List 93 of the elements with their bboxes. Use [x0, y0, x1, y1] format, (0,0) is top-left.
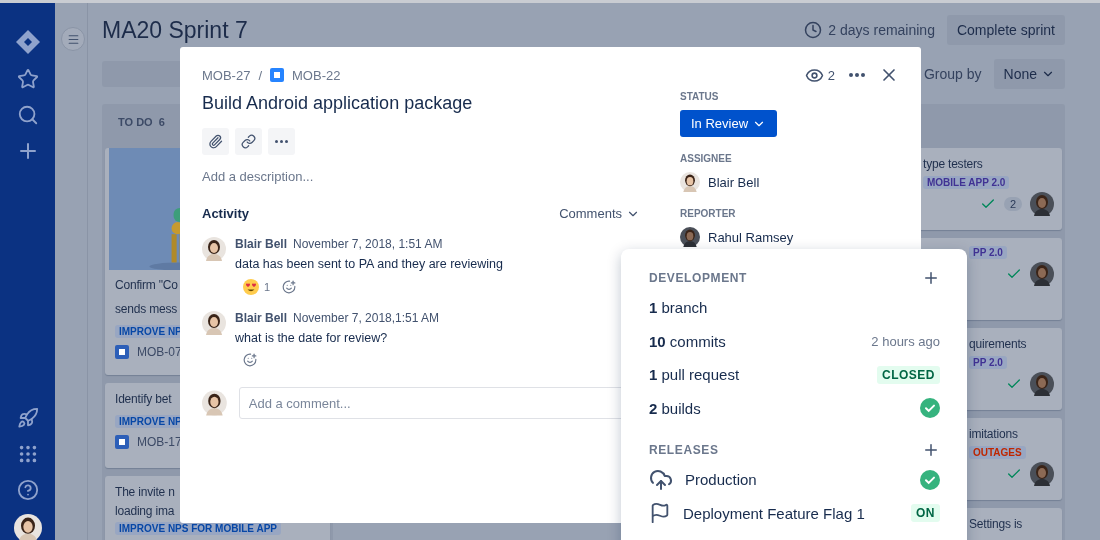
- story-icon: [270, 68, 285, 82]
- story-icon: [115, 345, 129, 359]
- status-lozenge: CLOSED: [877, 365, 940, 384]
- assignee-avatar: [680, 172, 700, 192]
- epic-tag: PP 2.0: [969, 246, 1007, 259]
- breadcrumb-separator: /: [258, 67, 263, 83]
- assignee-name[interactable]: Blair Bell: [708, 174, 760, 190]
- development-item[interactable]: 10 commits: [649, 332, 726, 350]
- assignee-avatar: [1030, 192, 1054, 216]
- add-reaction-icon[interactable]: [282, 280, 297, 294]
- parent-issue-link[interactable]: MOB-27: [202, 67, 251, 83]
- cloud-upload-icon: [649, 467, 673, 492]
- reporter-name[interactable]: Rahul Ramsey: [708, 229, 794, 245]
- more-button[interactable]: [268, 128, 295, 155]
- comment-date: November 7, 2018,1:51 AM: [293, 311, 440, 325]
- comment-date: November 7, 2018, 1:51 AM: [293, 237, 443, 251]
- board-title: MA20 Sprint 7: [102, 16, 249, 44]
- sidebar-toggle-button[interactable]: [61, 27, 85, 51]
- epic-tag: IMPROVE NPS FOR MOBILE APP: [115, 522, 281, 535]
- card-title: Confirm "Co: [115, 277, 178, 294]
- card-title: loading ima: [115, 503, 175, 520]
- development-item[interactable]: 1 branch: [649, 299, 708, 317]
- time-remaining: 2 days remaining: [828, 22, 935, 38]
- issue-key-link[interactable]: MOB-22: [292, 67, 341, 83]
- heart-eyes-emoji-icon: [243, 279, 259, 295]
- group-by-label: Group by: [923, 66, 982, 82]
- field-label: REPORTER: [680, 208, 737, 219]
- assignee-avatar: [1030, 462, 1054, 486]
- comments-filter-dropdown[interactable]: Comments: [559, 206, 640, 221]
- menu-icon: [66, 32, 80, 46]
- card-title: The invite n: [115, 484, 175, 501]
- logo-icon[interactable]: [14, 29, 41, 55]
- profile-avatar: [13, 514, 42, 540]
- add-reaction-icon[interactable]: [243, 353, 257, 367]
- field-label: ASSIGNEE: [680, 153, 733, 164]
- comment-author[interactable]: Blair Bell: [235, 311, 288, 325]
- card-title: type testers: [923, 156, 983, 173]
- epic-tag: OUTAGES: [969, 446, 1026, 459]
- card-title: Identify bet: [115, 391, 172, 408]
- epic-tag: MOBILE APP 2.0: [923, 176, 1010, 189]
- issue-key: MOB-17: [137, 435, 182, 449]
- card-title: sends mess: [115, 301, 178, 318]
- epic-tag: PP 2.0: [969, 356, 1007, 369]
- comment-author[interactable]: Blair Bell: [235, 237, 288, 251]
- add-button[interactable]: [922, 269, 940, 287]
- field-label: STATUS: [680, 91, 720, 102]
- development-item[interactable]: 2 builds: [649, 399, 701, 417]
- attach-button[interactable]: [202, 128, 229, 155]
- more-icon: [275, 140, 288, 143]
- comment-text: data has been sent to PA and they are reviewing: [235, 257, 503, 271]
- issue-key: MOB-07: [137, 345, 182, 359]
- status-lozenge: ON: [911, 504, 940, 523]
- column-count: 6: [158, 116, 165, 128]
- commenter-avatar: [202, 311, 226, 335]
- user-avatar: [202, 390, 227, 416]
- comment-text: what is the date for review?: [235, 331, 389, 345]
- section-heading: DEVELOPMENT: [649, 271, 747, 285]
- assignee-avatar: [1030, 372, 1054, 396]
- add-button[interactable]: [922, 441, 940, 459]
- card-title: imitations: [969, 426, 1018, 443]
- complete-sprint-button[interactable]: Complete sprint: [946, 15, 1065, 45]
- search-icon[interactable]: [16, 104, 39, 126]
- card-title: quirements: [969, 336, 1027, 353]
- release-item[interactable]: Production: [685, 471, 757, 489]
- assignee-avatar: [1030, 262, 1054, 286]
- help-icon[interactable]: [16, 479, 39, 501]
- rocket-icon[interactable]: [16, 407, 39, 429]
- status-dropdown[interactable]: In Review: [680, 110, 778, 137]
- section-heading: RELEASES: [649, 443, 719, 457]
- development-item[interactable]: 1 pull request: [649, 366, 740, 384]
- star-icon[interactable]: [16, 68, 39, 90]
- success-icon: [920, 398, 940, 419]
- success-icon: [920, 469, 940, 490]
- reporter-avatar: [680, 227, 700, 247]
- column-title: TO DO: [118, 116, 153, 128]
- watchers-button[interactable]: 2: [804, 65, 835, 85]
- more-icon[interactable]: [849, 73, 865, 77]
- activity-heading: Activity: [202, 206, 250, 221]
- reaction-count: 1: [264, 281, 271, 293]
- story-icon: [115, 435, 129, 449]
- clock-icon: [804, 21, 823, 39]
- issue-title[interactable]: Build Android application package: [202, 93, 640, 114]
- link-button[interactable]: [235, 128, 262, 155]
- paperclip-icon: [208, 134, 223, 149]
- card-title: Settings is: [969, 516, 1023, 533]
- link-icon: [241, 134, 256, 149]
- commenter-avatar: [202, 237, 226, 261]
- group-by-dropdown[interactable]: None: [993, 59, 1065, 89]
- release-item[interactable]: Deployment Feature Flag 1: [683, 504, 865, 522]
- count-badge: 2: [1003, 197, 1022, 211]
- flag-icon: [649, 502, 671, 525]
- description-field[interactable]: Add a description...: [202, 169, 640, 184]
- last-updated-text: 2 hours ago: [871, 333, 940, 349]
